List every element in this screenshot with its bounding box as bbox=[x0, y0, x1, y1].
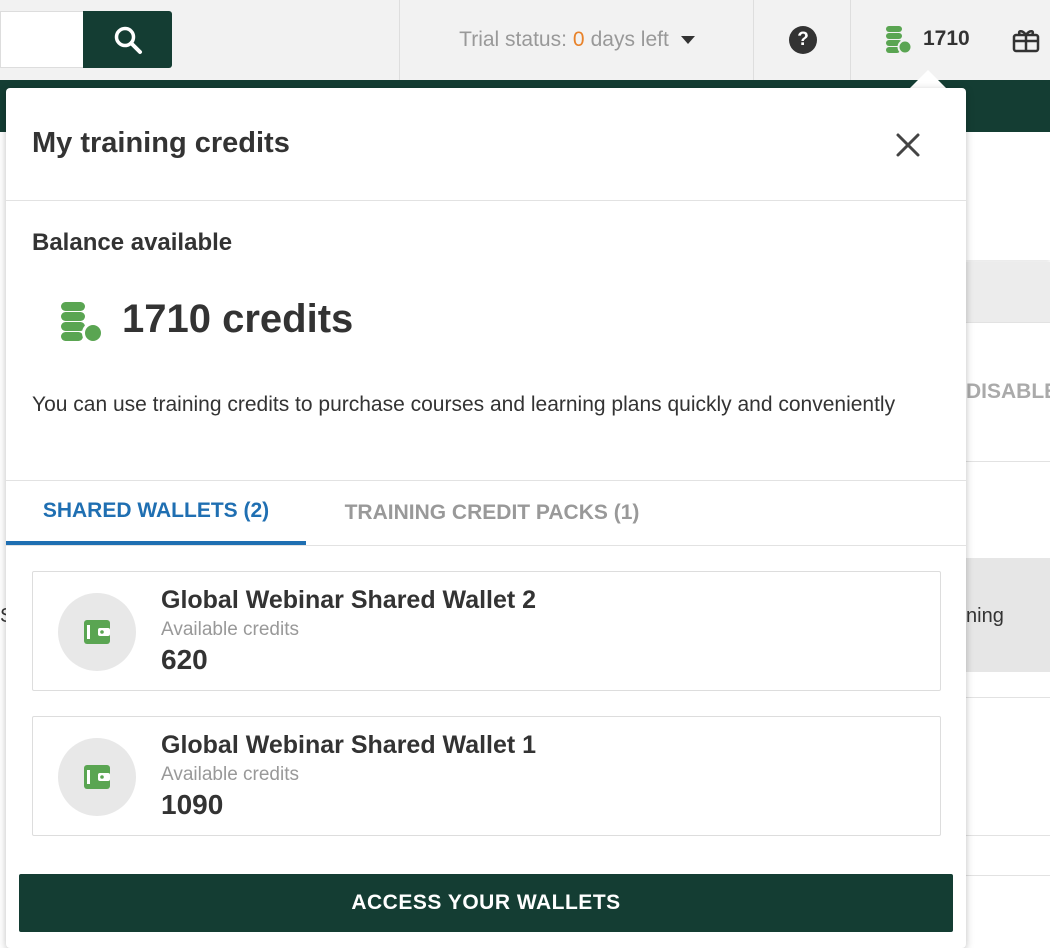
tab-shared-wallets[interactable]: SHARED WALLETS (2) bbox=[6, 481, 306, 545]
tab-training-credit-packs[interactable]: TRAINING CREDIT PACKS (1) bbox=[312, 481, 672, 545]
wallet-avatar bbox=[58, 738, 136, 816]
wallet-card[interactable]: Global Webinar Shared Wallet 1 Available… bbox=[32, 716, 941, 836]
wallet-avatar bbox=[58, 593, 136, 671]
wallet-name: Global Webinar Shared Wallet 2 bbox=[161, 586, 537, 614]
gift-icon[interactable] bbox=[1012, 26, 1040, 59]
training-credits-popup: My training credits Balance available 17… bbox=[6, 88, 966, 948]
top-bar: Trial status: 0 days left ? 1710 bbox=[0, 0, 1050, 80]
search-input[interactable] bbox=[0, 11, 84, 68]
trial-status-dropdown[interactable]: Trial status: 0 days left bbox=[400, 0, 754, 80]
balance-description: You can use training credits to purchase… bbox=[32, 393, 896, 416]
background-header-band bbox=[966, 132, 1050, 260]
help-icon[interactable]: ? bbox=[789, 26, 817, 54]
trial-status-suffix: days left bbox=[590, 28, 669, 51]
wallet-credits-value: 620 bbox=[161, 644, 208, 675]
trial-days-count: 0 bbox=[572, 28, 585, 51]
wallet-name: Global Webinar Shared Wallet 1 bbox=[161, 731, 537, 759]
divider bbox=[6, 545, 966, 546]
search-button[interactable] bbox=[83, 11, 172, 68]
background-disable-label: DISABLE bbox=[966, 380, 1050, 403]
popup-title: My training credits bbox=[32, 127, 290, 159]
background-gray-band bbox=[966, 262, 1050, 322]
divider bbox=[850, 0, 851, 80]
close-icon[interactable] bbox=[892, 129, 924, 161]
popup-pointer bbox=[910, 70, 946, 88]
wallet-credits-label: Available credits bbox=[161, 619, 300, 640]
background-divider bbox=[966, 461, 1050, 462]
wallet-credits-label: Available credits bbox=[161, 764, 300, 785]
credits-indicator[interactable]: 1710 bbox=[884, 24, 970, 54]
wallet-icon bbox=[84, 765, 110, 789]
background-divider bbox=[966, 697, 1050, 698]
background-row-text: ning bbox=[966, 605, 1004, 627]
balance-value: 1710 credits bbox=[122, 297, 354, 341]
coins-icon bbox=[60, 301, 106, 350]
coins-icon bbox=[886, 26, 913, 54]
credits-count: 1710 bbox=[923, 27, 970, 50]
access-wallets-button[interactable]: ACCESS YOUR WALLETS bbox=[19, 874, 953, 932]
divider bbox=[753, 0, 754, 80]
trial-status-prefix: Trial status: bbox=[459, 28, 567, 51]
balance-label: Balance available bbox=[32, 229, 233, 256]
background-divider bbox=[966, 835, 1050, 836]
search-icon bbox=[114, 26, 142, 54]
wallet-credits-value: 1090 bbox=[161, 789, 224, 820]
divider bbox=[6, 200, 966, 201]
background-divider bbox=[966, 875, 1050, 876]
wallet-card[interactable]: Global Webinar Shared Wallet 2 Available… bbox=[32, 571, 941, 691]
background-divider bbox=[966, 322, 1050, 323]
wallet-icon bbox=[84, 620, 110, 644]
caret-down-icon bbox=[680, 36, 695, 44]
